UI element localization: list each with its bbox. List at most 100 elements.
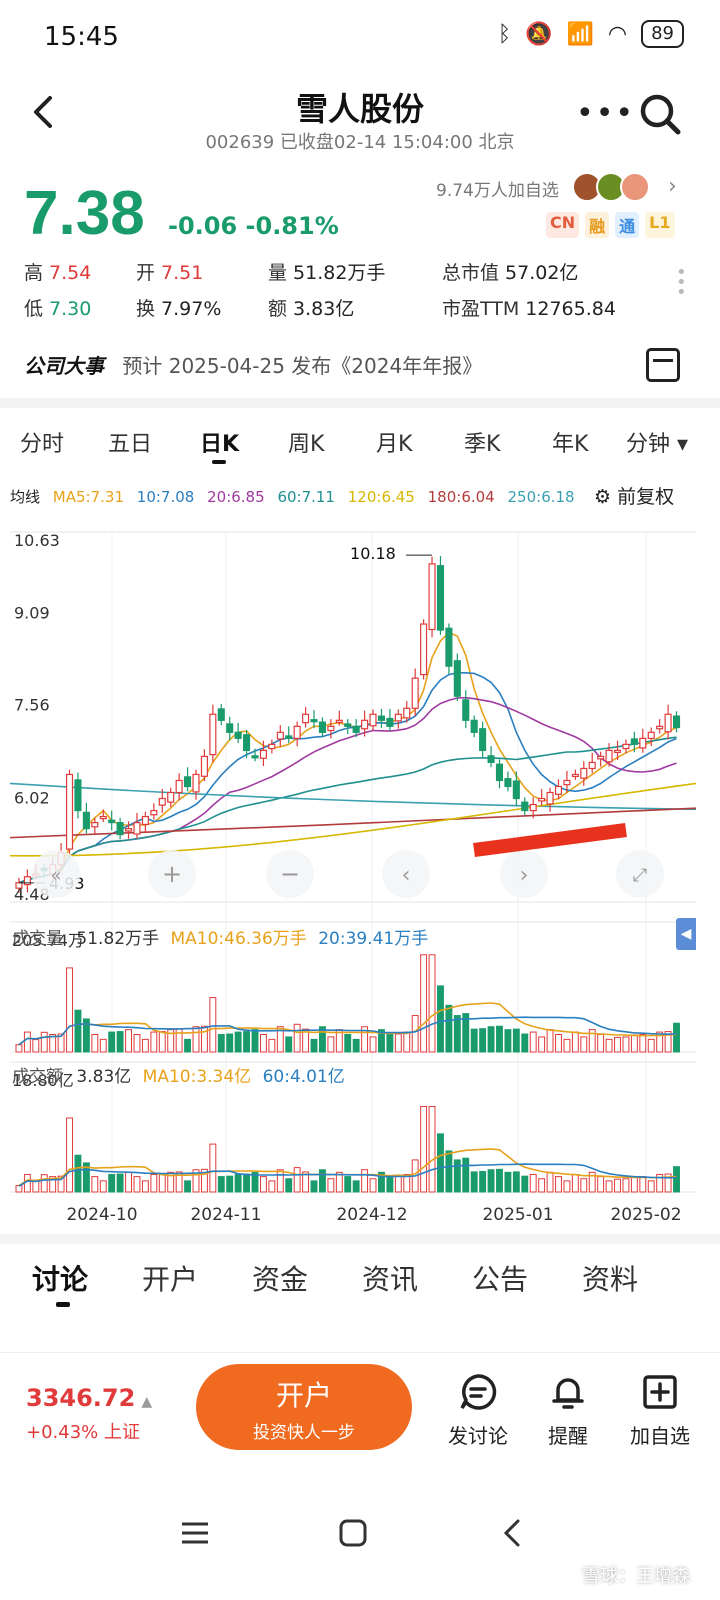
svg-text:‹: ‹ [402,863,411,888]
tab-weekly-k[interactable]: 周K [288,426,324,458]
tab-discussion[interactable]: 讨论 [32,1258,88,1298]
volume-bar [605,1038,613,1053]
ma-label: 均线 [10,488,41,506]
add-watchlist-button[interactable]: 加自选 [620,1372,700,1449]
open-account-button[interactable]: 开户 投资快人一步 [196,1364,412,1450]
collapse-panel-button[interactable]: ◀ [676,918,696,950]
tab-news[interactable]: 资讯 [362,1258,418,1298]
tab-profile[interactable]: 资料 [582,1258,638,1298]
amount-bar [496,1168,503,1193]
candle [116,821,124,836]
candle [420,623,428,676]
x-tick-label: 2024-11 [190,1205,261,1225]
tab-account[interactable]: 开户 [142,1258,198,1298]
candle [445,627,453,667]
tab-daily-k[interactable]: 日K [200,426,239,458]
y-axis-ticks: 10.639.097.566.024.48 [14,531,60,904]
company-event[interactable]: 公司大事 预计 2025-04-25 发布《2024年年报》 [24,350,482,379]
stat-volume: 量 51.82万手 [268,262,386,284]
stat-amount: 额 3.83亿 [268,298,355,320]
tab-monthly-k[interactable]: 月K [376,426,412,458]
volume-bar [504,1029,512,1053]
volume-bar [243,1031,251,1053]
more-stats-icon[interactable]: • • • [676,264,687,302]
amount-bar [141,1180,149,1193]
amount-bar [32,1180,40,1193]
amount-bar [125,1171,132,1193]
tag-cn: CN [546,212,580,238]
divider [0,1234,720,1244]
svg-text:−: − [280,860,300,888]
follower-avatars[interactable] [572,172,650,202]
amount-bar [158,1173,166,1193]
volume-bar [403,1031,411,1053]
wifi-icon: ◠ [607,21,628,47]
volume-bar [428,954,436,1053]
menu-icon[interactable] [180,1518,210,1548]
amount-bar [445,1150,453,1193]
tab-yearly-k[interactable]: 年K [552,426,588,458]
tag-connect: 通 [615,212,640,238]
tab-minute[interactable]: 分钟 ▾ [626,426,688,458]
candle [361,719,369,730]
candle [630,738,638,745]
search-icon[interactable] [638,92,682,136]
index-change[interactable]: +0.43% 上证 [26,1418,140,1444]
volume-bar [512,1028,520,1053]
candle [605,749,613,763]
volume-bar [580,1036,588,1053]
zoom-in-button[interactable]: + [148,850,196,898]
back-nav-icon[interactable] [498,1518,528,1548]
stat-turnover: 换 7.97% [136,298,222,320]
more-icon[interactable]: ••• [576,96,635,131]
tab-intraday[interactable]: 分时 [20,426,64,458]
candle [664,713,672,733]
candle [369,713,377,727]
calendar-icon[interactable] [646,348,680,382]
volume-bar [32,1039,40,1053]
tab-quarterly-k[interactable]: 季K [464,426,500,458]
kline-chart[interactable]: 10.184.93 10.639.097.566.024.48 205.74万 … [0,512,720,1232]
rewind-button[interactable]: « [32,850,80,898]
volume-bar [622,1036,630,1053]
candle [495,763,504,782]
stock-tags: CN 融 通 L1 [546,212,675,238]
amount-bar [150,1173,158,1193]
adjust-toggle[interactable]: ⚙ 前复权 [594,482,674,509]
ma-legend: 均线 MA5:7.31 10:7.08 20:6.85 60:7.11 120:… [10,486,583,507]
volume-bar [200,1025,208,1053]
tab-announcements[interactable]: 公告 [472,1258,528,1298]
battery-icon: 89 [641,20,684,48]
scroll-left-button[interactable]: ‹ [382,850,430,898]
status-icons: ᛒ 🔕 📶 ◠ 89 [498,20,684,48]
amount-bar [386,1176,394,1193]
candle [175,779,183,794]
candle [504,778,512,788]
candle [108,819,116,824]
tab-five-day[interactable]: 五日 [108,426,152,458]
alert-button[interactable]: 提醒 [528,1372,608,1449]
home-icon[interactable] [338,1518,368,1548]
index-value[interactable]: 3346.72 ▲ [26,1384,152,1412]
candle [327,725,335,732]
followers-count[interactable]: 9.74万人加自选 [436,176,559,201]
amount-bar [394,1175,402,1193]
chevron-right-icon[interactable]: › [668,174,677,199]
volume-bar [133,1034,141,1053]
add-label: 加自选 [630,1424,690,1448]
bluetooth-icon: ᛒ [497,21,512,47]
candle [184,776,192,788]
amount-bar [133,1176,141,1193]
zoom-out-button[interactable]: − [266,850,314,898]
chart-grid [10,531,696,1193]
scroll-right-button[interactable]: › [500,850,548,898]
tab-capital[interactable]: 资金 [252,1258,308,1298]
amount-bar [420,1105,428,1193]
post-discussion-button[interactable]: 发讨论 [438,1372,518,1449]
candle [403,707,411,719]
volume-bar [555,1034,562,1053]
amount-bar [66,1117,73,1193]
amount-bar [276,1169,284,1193]
amount-bar [555,1176,562,1193]
fullscreen-button[interactable]: ⤢ [616,850,664,898]
